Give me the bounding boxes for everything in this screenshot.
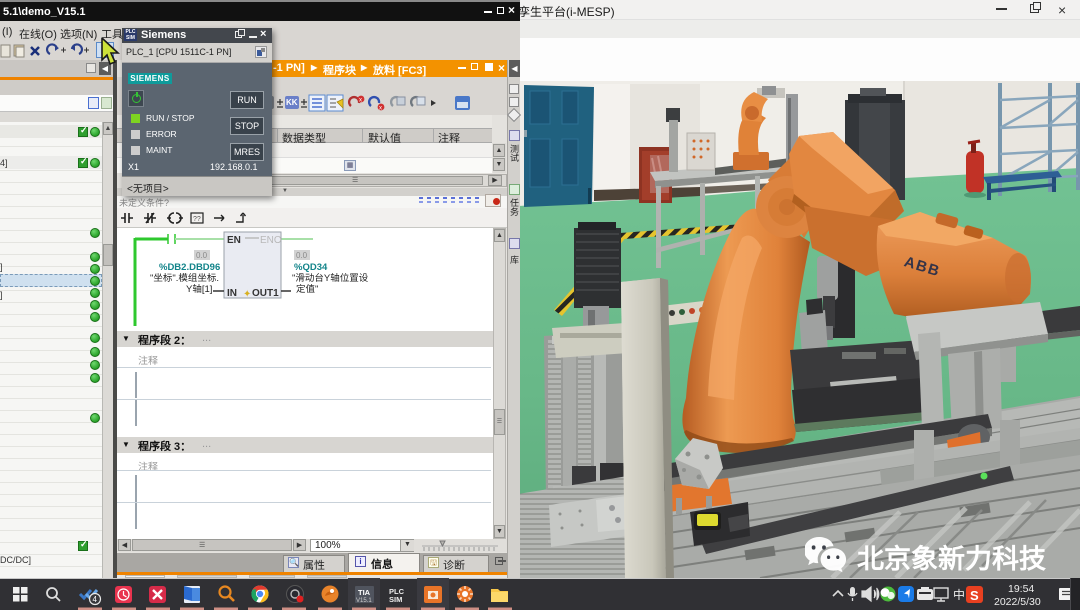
svg-text:x: x [379,106,382,112]
svg-text:0.0: 0.0 [196,251,208,260]
svg-text:Y轴[1]: Y轴[1] [186,284,212,295]
svg-text:TIA: TIA [358,588,371,597]
svg-text:"滑动台Y轴位置设: "滑动台Y轴位置设 [292,272,369,284]
svg-text:V15.1: V15.1 [356,598,372,604]
svg-text:19:54: 19:54 [1008,583,1034,595]
svg-text:"坐标".模组坐标.: "坐标".模组坐标. [150,273,219,284]
svg-text:x: x [359,98,362,104]
svg-text:KK: KK [286,98,298,107]
svg-text:EN: EN [227,235,241,246]
svg-text:中: 中 [953,586,965,603]
svg-text:SIM: SIM [389,595,402,604]
svg-text:??: ?? [193,216,201,223]
svg-text:4: 4 [93,595,98,604]
svg-text:IN: IN [227,288,237,299]
svg-text:S: S [970,588,979,603]
svg-text:0.0: 0.0 [296,251,308,260]
svg-text:✦: ✦ [243,289,251,300]
svg-text:ENO: ENO [260,235,282,246]
svg-text:定值": 定值" [296,283,318,295]
svg-text:2022/5/30: 2022/5/30 [994,596,1041,608]
svg-text:北京象新力科技: 北京象新力科技 [857,537,1046,576]
svg-text:OUT1: OUT1 [252,288,279,299]
svg-text:%QD34: %QD34 [294,262,328,273]
svg-text:%DB2.DBD96: %DB2.DBD96 [159,262,220,273]
